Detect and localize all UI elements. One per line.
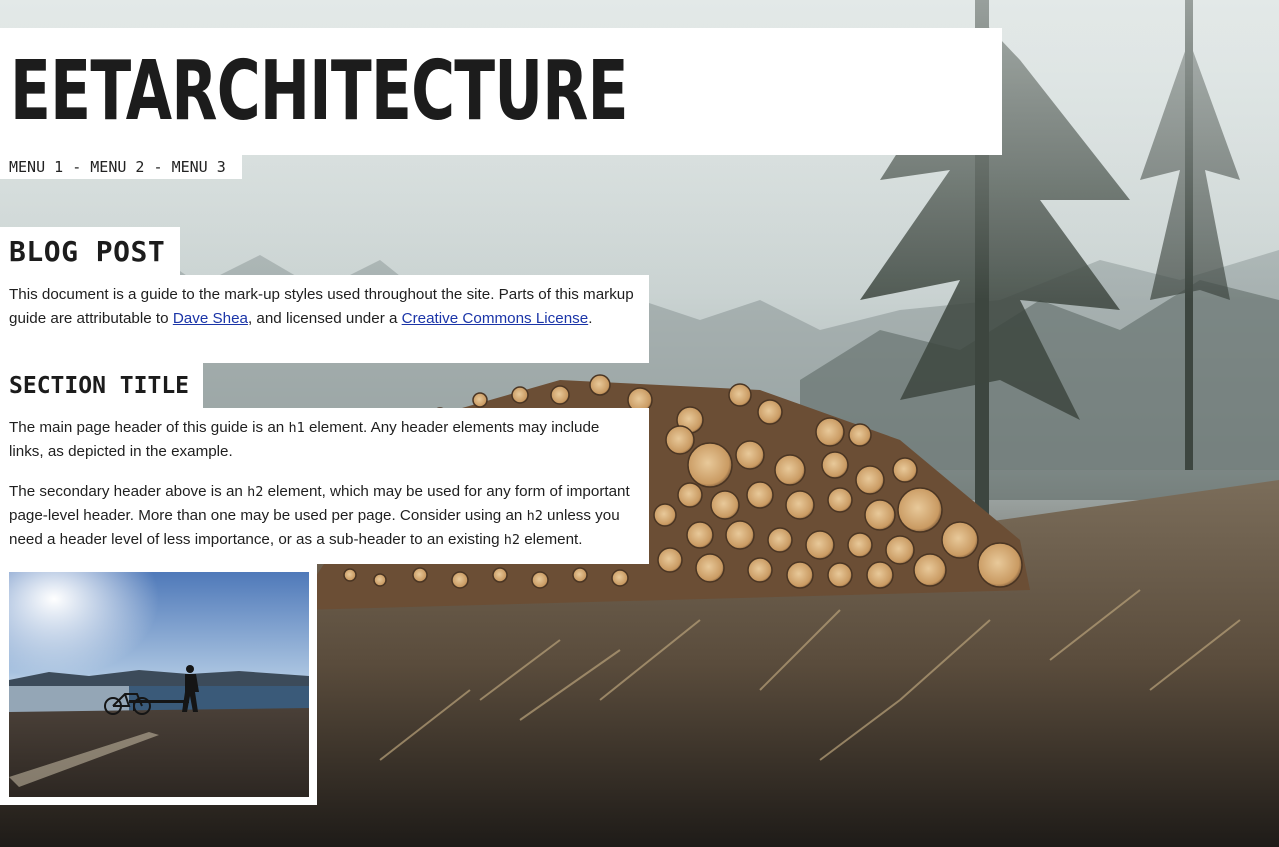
post-image-frame	[0, 564, 317, 805]
intro-text: .	[588, 310, 593, 327]
section-title: SECTION TITLE	[9, 372, 190, 399]
intro-paragraph: This document is a guide to the mark-up …	[9, 283, 637, 331]
paragraph-text: The main page header of this guide is an	[9, 419, 289, 436]
inline-code: h1	[288, 420, 305, 436]
menu-item-3[interactable]: MENU 3	[172, 158, 226, 176]
post-title: BLOG POST	[9, 234, 166, 268]
section-title-block: SECTION TITLE	[0, 363, 203, 408]
intro-text: , and licensed under a	[247, 310, 402, 327]
inline-code: h2	[526, 508, 543, 524]
paragraph-text: element.	[520, 531, 583, 548]
inline-code: h2	[503, 532, 521, 548]
post-title-block: BLOG POST	[0, 227, 180, 275]
creative-commons-link[interactable]: Creative Commons License	[402, 310, 589, 327]
intro-block: This document is a guide to the mark-up …	[0, 275, 649, 363]
menu-separator: -	[144, 158, 172, 176]
lakeside-photo-image[interactable]	[9, 572, 309, 797]
section-paragraph-2: The secondary header above is an h2 elem…	[9, 480, 637, 552]
paragraph-text: The secondary header above is an	[9, 483, 248, 500]
inline-code: h2	[247, 484, 264, 500]
site-title[interactable]: EETARCHITECTURE	[10, 50, 725, 133]
section-body: The main page header of this guide is an…	[0, 408, 649, 564]
menu-item-2[interactable]: MENU 2	[90, 158, 144, 176]
menu-separator: -	[63, 158, 91, 176]
section-paragraph-1: The main page header of this guide is an…	[9, 416, 637, 464]
menu-item-1[interactable]: MENU 1	[9, 158, 63, 176]
main-menu: MENU 1 - MENU 2 - MENU 3	[0, 155, 242, 179]
dave-shea-link[interactable]: Dave Shea	[173, 310, 248, 327]
site-header: EETARCHITECTURE	[0, 28, 1002, 155]
